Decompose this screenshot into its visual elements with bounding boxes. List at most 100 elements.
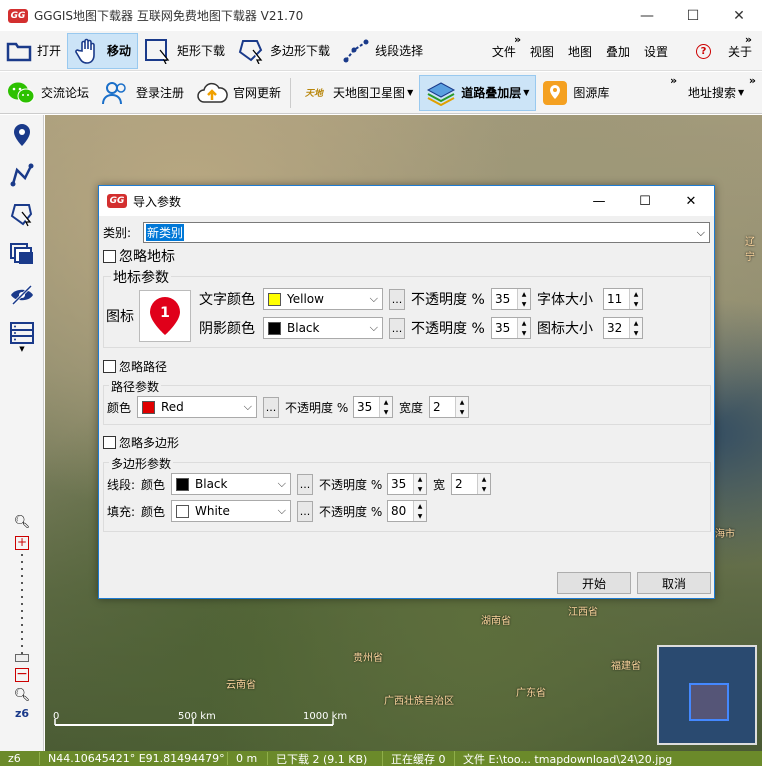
zoom-in-button[interactable]: + xyxy=(15,536,29,550)
status-downloaded: 已下载 2 (9.1 KB) xyxy=(268,750,383,766)
spin-up-icon[interactable]: ▲ xyxy=(518,318,530,328)
tianditu-dropdown[interactable]: 天地 天地图卫星图 ▼ xyxy=(294,75,419,111)
spin-down-icon[interactable]: ▼ xyxy=(630,328,642,338)
source-lib-button[interactable]: 图源库 xyxy=(536,75,615,111)
spin-up-icon[interactable]: ▲ xyxy=(414,501,426,511)
close-button[interactable]: ✕ xyxy=(716,0,762,31)
start-button[interactable]: 开始 xyxy=(557,572,631,594)
search-overflow-icon[interactable]: » xyxy=(749,74,756,87)
spin-down-icon[interactable]: ▼ xyxy=(456,407,468,417)
path-width-label: 宽度 xyxy=(399,400,424,415)
dialog-close-button[interactable]: ✕ xyxy=(668,186,714,216)
line-width-spinner[interactable]: 2 ▲ ▼ xyxy=(451,473,491,495)
update-button[interactable]: 官网更新 xyxy=(190,75,287,111)
menu-map[interactable]: 地图 xyxy=(568,43,592,60)
shadow-opacity-spinner[interactable]: 35 ▲ ▼ xyxy=(491,317,531,339)
marker-tool-button[interactable] xyxy=(0,115,44,155)
expand-arrow-icon[interactable]: ▼ xyxy=(19,345,24,353)
spin-up-icon[interactable]: ▲ xyxy=(380,397,392,407)
dialog-minimize-button[interactable]: — xyxy=(576,186,622,216)
spin-up-icon[interactable]: ▲ xyxy=(630,318,642,328)
shadow-color-select[interactable]: Black ⌵ xyxy=(263,317,383,339)
line-opacity-spinner[interactable]: 35 ▲ ▼ xyxy=(387,473,427,495)
scale-500: 500 km xyxy=(178,711,216,722)
map-label: 贵州省 xyxy=(353,653,383,664)
menu-overflow-icon[interactable]: » xyxy=(745,33,752,46)
spin-up-icon[interactable]: ▲ xyxy=(456,397,468,407)
spin-down-icon[interactable]: ▼ xyxy=(380,407,392,417)
zoom-slider[interactable] xyxy=(15,554,29,662)
icon-size-spinner[interactable]: 32 ▲ ▼ xyxy=(603,317,643,339)
ignore-polygon-checkbox[interactable] xyxy=(103,436,116,449)
line-select-button[interactable]: 线段选择 xyxy=(336,33,429,69)
path-width-spinner[interactable]: 2 ▲ ▼ xyxy=(429,396,469,418)
spin-up-icon[interactable]: ▲ xyxy=(414,474,426,484)
cancel-button[interactable]: 取消 xyxy=(637,572,711,594)
path-color-picker-button[interactable]: ... xyxy=(263,396,279,418)
marker-icon-preview[interactable]: 1 xyxy=(139,290,191,342)
zoom-slider-thumb[interactable] xyxy=(15,654,29,662)
line-color-select[interactable]: Black ⌵ xyxy=(171,473,291,495)
status-saving: 正在缓存 0 xyxy=(383,750,455,766)
text-color-label: 文字颜色 xyxy=(199,292,255,308)
red-marker-icon: 1 xyxy=(150,297,180,335)
path-opacity-spinner[interactable]: 35 ▲ ▼ xyxy=(353,396,393,418)
chevron-down-icon: ⌵ xyxy=(369,321,378,334)
rect-download-button[interactable]: 矩形下载 xyxy=(138,33,231,69)
secondary-toolbar: 交流论坛 登录注册 官网更新 天地 天地图卫星图 ▼ 道路叠加层 ▼ 图源库 »… xyxy=(0,72,762,114)
select-tool-button[interactable] xyxy=(0,195,44,235)
spin-down-icon[interactable]: ▼ xyxy=(414,511,426,521)
menu-about[interactable]: ? 关于 xyxy=(682,43,752,60)
maximize-button[interactable]: ☐ xyxy=(670,0,716,31)
dialog-maximize-button[interactable]: ☐ xyxy=(622,186,668,216)
ignore-marker-checkbox[interactable] xyxy=(103,249,116,263)
hide-tool-button[interactable] xyxy=(0,275,44,315)
zoom-out-button[interactable]: − xyxy=(15,667,29,682)
road-overlay-dropdown[interactable]: 道路叠加层 ▼ xyxy=(419,74,537,111)
spin-down-icon[interactable]: ▼ xyxy=(518,299,530,309)
address-search-dropdown[interactable]: 地址搜索 ▼ xyxy=(682,75,750,111)
move-button[interactable]: 移动 xyxy=(67,32,139,69)
stacked-layers-icon xyxy=(10,243,33,264)
menu-settings[interactable]: 设置 xyxy=(644,43,668,60)
forum-button[interactable]: 交流论坛 xyxy=(0,75,95,111)
overview-minimap[interactable] xyxy=(657,645,757,745)
menu-file[interactable]: 文件 xyxy=(492,43,516,60)
fill-color-select[interactable]: White ⌵ xyxy=(171,500,291,522)
map-label: 江西省 xyxy=(568,607,598,618)
text-color-picker-button[interactable]: ... xyxy=(389,288,405,310)
spin-down-icon[interactable]: ▼ xyxy=(478,484,490,494)
text-color-select[interactable]: Yellow ⌵ xyxy=(263,288,383,310)
login-button[interactable]: 登录注册 xyxy=(95,75,190,111)
ignore-path-checkbox[interactable] xyxy=(103,360,116,373)
poly-download-button[interactable]: 多边形下载 xyxy=(231,33,336,69)
spin-down-icon[interactable]: ▼ xyxy=(518,328,530,338)
open-button[interactable]: 打开 xyxy=(0,33,67,69)
dialog-logo-icon: GG xyxy=(107,194,127,208)
shadow-color-picker-button[interactable]: ... xyxy=(389,317,405,339)
font-size-spinner[interactable]: 11 ▲ ▼ xyxy=(603,288,643,310)
spin-down-icon[interactable]: ▼ xyxy=(414,484,426,494)
minimize-button[interactable]: — xyxy=(624,0,670,31)
spin-up-icon[interactable]: ▲ xyxy=(478,474,490,484)
path-color-select[interactable]: Red ⌵ xyxy=(137,396,257,418)
chevron-down-icon: ▼ xyxy=(407,88,414,97)
line-color-picker-button[interactable]: ... xyxy=(297,473,313,495)
spin-down-icon[interactable]: ▼ xyxy=(630,299,642,309)
text-opacity-spinner[interactable]: 35 ▲ ▼ xyxy=(491,288,531,310)
toolbar2-overflow-icon[interactable]: » xyxy=(670,74,677,87)
minimap-viewport[interactable] xyxy=(689,683,729,721)
layers-tool-button[interactable] xyxy=(0,235,44,275)
path-tool-button[interactable] xyxy=(0,155,44,195)
chevron-down-icon: ⌵ xyxy=(277,504,286,517)
category-combo[interactable]: 新类别 ⌵ xyxy=(143,222,710,243)
spin-up-icon[interactable]: ▲ xyxy=(630,289,642,299)
fill-color-picker-button[interactable]: ... xyxy=(297,500,313,522)
spin-up-icon[interactable]: ▲ xyxy=(518,289,530,299)
fill-opacity-spinner[interactable]: 80 ▲ ▼ xyxy=(387,500,427,522)
list-tool-button[interactable]: ▼ xyxy=(0,315,44,359)
menu-overlay[interactable]: 叠加 xyxy=(606,43,630,60)
map-label: 云南省 xyxy=(226,680,256,691)
menu-view[interactable]: 视图 xyxy=(530,43,554,60)
map-pin-icon xyxy=(542,80,568,106)
